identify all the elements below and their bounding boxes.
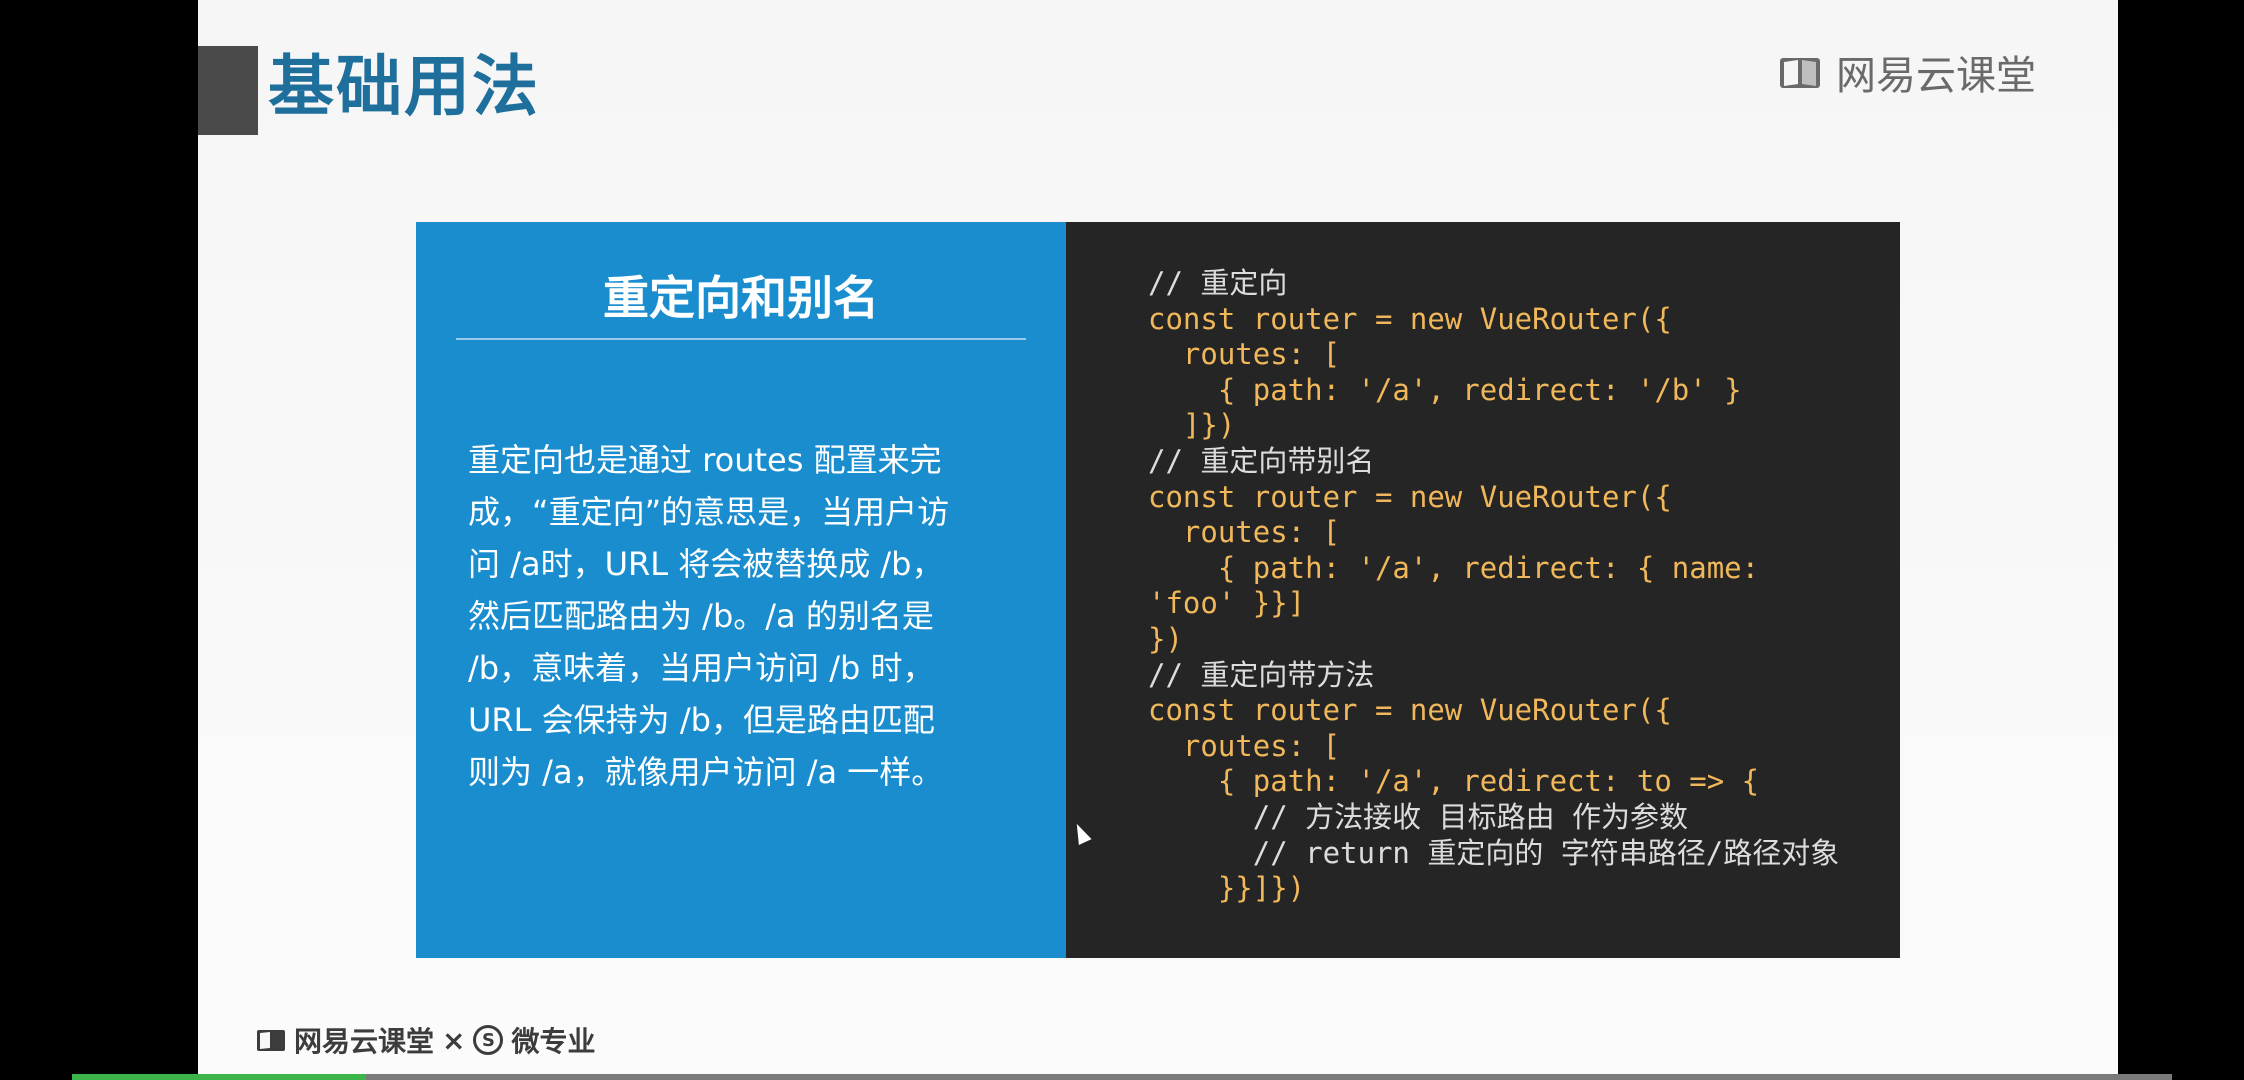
code-comment: // 重定向带方法 — [1148, 657, 1375, 692]
brand-footer: 网易云课堂 × S 微专业 — [256, 1020, 596, 1060]
slide: 基础用法 网易云课堂 重定向和别名 重定向也是通过 routes 配置来完 成，… — [198, 0, 2118, 1074]
code-line: { path: '/a', redirect: '/b' } — [1148, 372, 1742, 407]
code-line: }) — [1148, 621, 1183, 656]
body-line: 则为 /a，就像用户访问 /a 一样。 — [468, 753, 944, 791]
code-line: const router = new VueRouter({ — [1148, 479, 1672, 514]
code-line: routes: [ — [1148, 337, 1341, 372]
card-divider — [456, 338, 1026, 340]
code-line: ]}) — [1148, 408, 1236, 443]
code-line: { path: '/a', redirect: { name: — [1148, 550, 1760, 585]
code-line: routes: [ — [1148, 515, 1341, 550]
card-heading: 重定向和别名 — [603, 271, 879, 325]
book-logo-icon — [257, 1030, 285, 1051]
body-line: 成，“重定向”的意思是，当用户访 — [468, 493, 950, 531]
brand-footer-program: 微专业 — [511, 1025, 596, 1058]
body-line: /b，意味着，当用户访问 /b 时， — [468, 649, 935, 687]
video-progress-bar[interactable] — [72, 1074, 2172, 1080]
code-block: // 重定向 const router = new VueRouter({ ro… — [1148, 266, 1839, 907]
code-line: 'foo' }}] — [1148, 586, 1306, 621]
body-line: 问 /a时，URL 将会被替换成 /b， — [468, 545, 944, 583]
card-body: 重定向也是通过 routes 配置来完 成，“重定向”的意思是，当用户访 问 /… — [468, 434, 1028, 798]
code-comment: // 重定向带别名 — [1148, 443, 1375, 478]
title-accent-bar — [198, 46, 258, 135]
page-title: 基础用法 — [268, 48, 540, 125]
code-comment: // return 重定向的 字符串路径/路径对象 — [1148, 835, 1840, 870]
code-comment: // 方法接收 目标路由 作为参数 — [1148, 799, 1689, 834]
brand-logo-top: 网易云课堂 — [1778, 44, 2036, 100]
video-player[interactable]: 基础用法 网易云课堂 重定向和别名 重定向也是通过 routes 配置来完 成，… — [0, 0, 2244, 1080]
code-line: const router = new VueRouter({ — [1148, 301, 1672, 336]
code-comment: // 重定向 — [1148, 266, 1288, 300]
code-line: routes: [ — [1148, 728, 1341, 763]
code-card: // 重定向 const router = new VueRouter({ ro… — [1066, 222, 1900, 958]
book-logo-icon — [1780, 58, 1820, 88]
code-line: const router = new VueRouter({ — [1148, 693, 1672, 728]
brand-name-top: 网易云课堂 — [1836, 53, 2036, 99]
brand-footer-name: 网易云课堂 — [294, 1025, 435, 1058]
code-line: }}]}) — [1148, 871, 1306, 906]
body-line: 重定向也是通过 routes 配置来完 — [468, 441, 942, 479]
explanation-card: 重定向和别名 重定向也是通过 routes 配置来完 成，“重定向”的意思是，当… — [416, 222, 1066, 958]
body-line: URL 会保持为 /b，但是路由匹配 — [468, 701, 935, 739]
s-badge-icon: S — [473, 1025, 504, 1055]
video-progress-fill — [72, 1074, 366, 1080]
code-line: { path: '/a', redirect: to => { — [1148, 764, 1760, 799]
brand-footer-separator: × — [442, 1023, 466, 1057]
body-line: 然后匹配路由为 /b。/a 的别名是 — [468, 597, 934, 635]
